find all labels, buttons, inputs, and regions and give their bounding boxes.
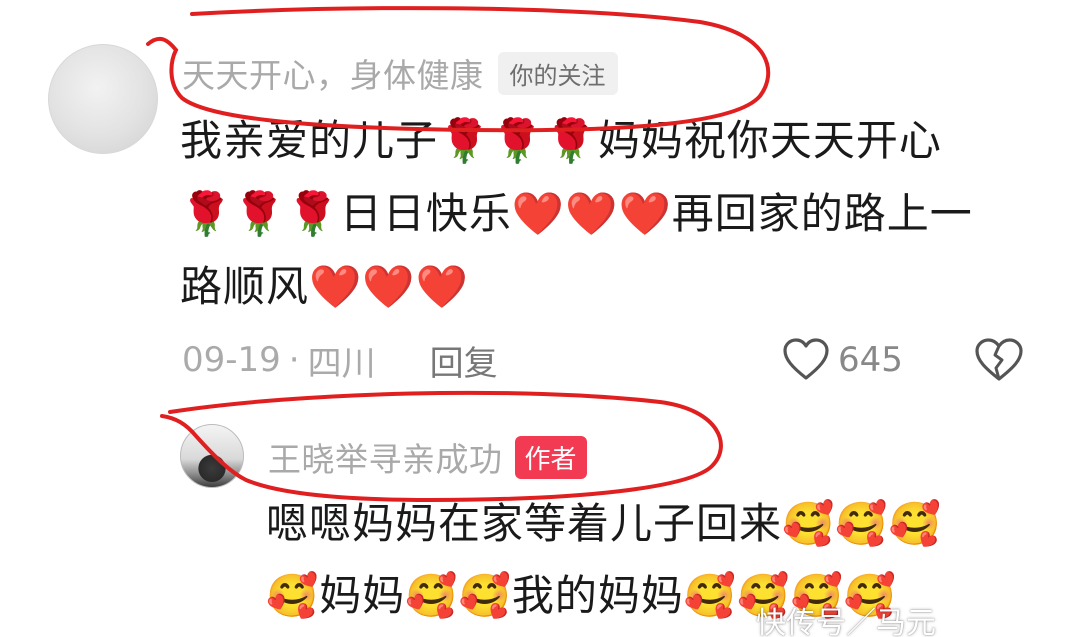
comment-location: 四川 bbox=[307, 343, 376, 384]
avatar[interactable] bbox=[48, 44, 158, 154]
broken-heart-icon bbox=[975, 338, 1023, 381]
comment-text: 我亲爱的儿子🌹🌹🌹妈妈祝你天天开心 🌹🌹🌹日日快乐❤️❤️❤️再回家的路上一 路… bbox=[180, 104, 1050, 323]
author-badge: 作者 bbox=[514, 435, 587, 479]
dislike-button[interactable] bbox=[974, 336, 1024, 384]
comment-thread-screenshot: 天天开心，身体健康 你的关注 我亲爱的儿子🌹🌹🌹妈妈祝你天天开心 🌹🌹🌹日日快乐… bbox=[0, 0, 1080, 637]
reply-username[interactable]: 王晓举寻亲成功 bbox=[268, 433, 503, 481]
like-button[interactable]: 645 bbox=[782, 334, 903, 386]
comment-text-line: 路顺风❤️❤️❤️ bbox=[180, 262, 469, 311]
comment-text-line: 我亲爱的儿子🌹🌹🌹妈妈祝你天天开心 bbox=[180, 116, 942, 165]
reply-avatar[interactable] bbox=[180, 424, 244, 488]
comment-username[interactable]: 天天开心，身体健康 bbox=[182, 49, 484, 97]
source-watermark: 快传号／马元 bbox=[756, 606, 936, 637]
reply-text-line: 嗯嗯妈妈在家等着儿子回来🥰🥰🥰 bbox=[266, 499, 942, 548]
comment-meta: 09-19 · 四川 回复 bbox=[182, 334, 498, 386]
comment-header: 天天开心，身体健康 你的关注 bbox=[182, 50, 618, 96]
meta-separator: · bbox=[288, 340, 300, 380]
like-count: 645 bbox=[838, 340, 903, 380]
comment-date: 09-19 bbox=[182, 340, 281, 380]
reply-header: 王晓举寻亲成功 作者 bbox=[268, 434, 587, 480]
heart-outline-icon bbox=[783, 338, 829, 380]
reply-button[interactable]: 回复 bbox=[430, 336, 498, 385]
comment-text-line: 🌹🌹🌹日日快乐❤️❤️❤️再回家的路上一 bbox=[180, 189, 973, 238]
following-badge: 你的关注 bbox=[497, 51, 618, 95]
